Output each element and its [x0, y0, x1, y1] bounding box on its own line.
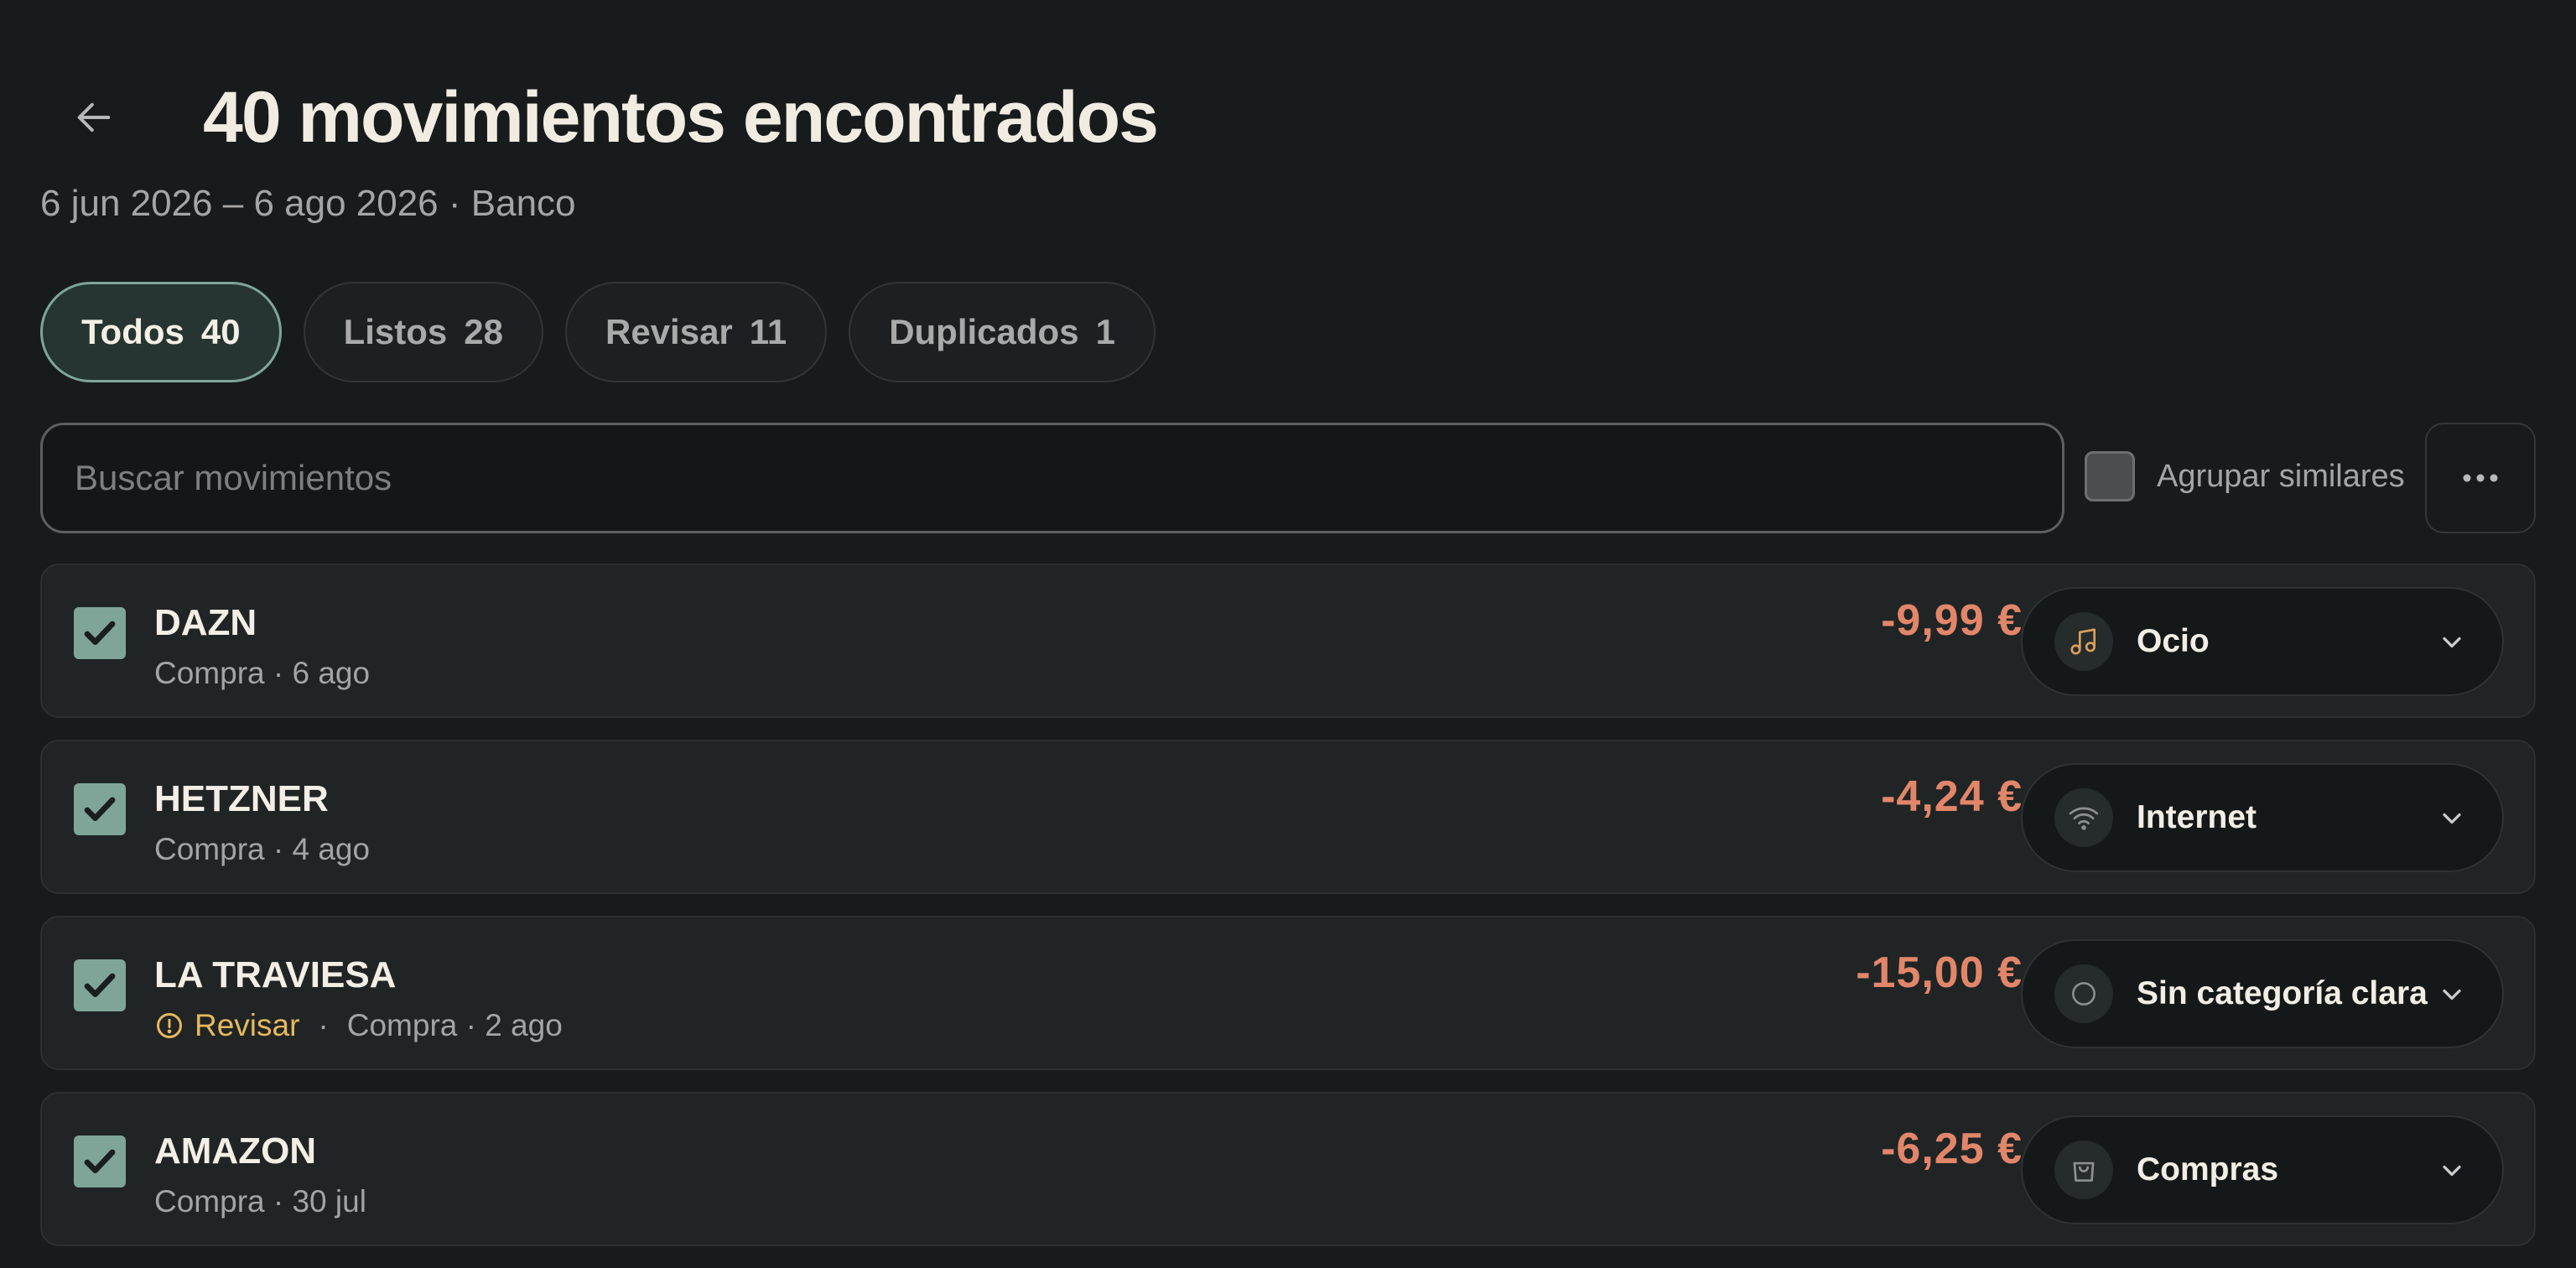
toolbar: Agrupar similares [40, 423, 2536, 533]
transaction-checkbox[interactable] [74, 783, 126, 835]
arrow-left-icon [77, 102, 111, 133]
group-similar-label: Agrupar similares [2157, 458, 2405, 494]
transaction-meta-text: Compra · 30 jul [154, 1184, 366, 1219]
tab-revisar[interactable]: Revisar 11 [565, 282, 828, 382]
page: 40 movimientos encontrados 6 jun 2026 – … [40, 0, 2536, 1268]
category-label: Compras [2137, 1151, 2279, 1187]
tab-count: 40 [200, 312, 241, 351]
transaction-checkbox[interactable] [74, 959, 126, 1011]
category-icon-badge [2054, 964, 2113, 1023]
music-note-icon [2070, 628, 2096, 655]
date-range-subtitle: 6 jun 2026 – 6 ago 2026 · Banco [40, 183, 576, 224]
category-select[interactable]: Sin categoría clara [2021, 939, 2504, 1048]
transaction-meta: Compra · 6 ago [154, 656, 370, 691]
group-similar-toggle[interactable]: Agrupar similares [2085, 451, 2405, 501]
chevron-down-icon [2443, 813, 2461, 824]
checkmark-icon [84, 797, 116, 821]
transaction-name: HETZNER [154, 778, 329, 819]
transaction-row: HETZNER Compra · 4 ago -4,24 € Internet [40, 740, 2536, 894]
meta-separator: · [318, 1008, 329, 1042]
transaction-amount: -6,25 € [1881, 1125, 2023, 1173]
transaction-amount: -4,24 € [1881, 772, 2023, 821]
transaction-amount: -15,00 € [1856, 948, 2023, 997]
filter-tabs: Todos 40 Listos 28 Revisar 11 Duplicados… [40, 282, 1156, 382]
tab-duplicados[interactable]: Duplicados 1 [849, 282, 1156, 382]
transaction-row: DAZN Compra · 6 ago -9,99 € Ocio [40, 564, 2536, 718]
transaction-meta: Compra · 30 jul [154, 1184, 366, 1219]
shopping-bag-icon [2073, 1161, 2095, 1182]
tab-todos[interactable]: Todos 40 [40, 282, 282, 382]
category-icon-badge [2054, 1141, 2113, 1199]
search-input[interactable] [75, 425, 2062, 531]
category-icon-badge [2054, 788, 2113, 847]
review-label: Revisar [195, 1008, 300, 1042]
tab-count: 1 [1095, 312, 1115, 351]
category-label: Sin categoría clara [2137, 975, 2428, 1011]
transaction-meta: Revisar · Compra · 2 ago [154, 1008, 563, 1043]
tab-label: Listos [343, 312, 448, 351]
category-icon-badge [2054, 612, 2113, 671]
checkmark-icon [84, 973, 116, 997]
transaction-row: LA TRAVIESA Revisar · Compra · 2 ago -15… [40, 916, 2536, 1070]
tab-label: Revisar [605, 312, 733, 351]
transaction-amount: -9,99 € [1881, 596, 2023, 645]
checkmark-icon [84, 621, 116, 645]
transaction-meta-text: Compra · 2 ago [346, 1008, 563, 1042]
category-label: Internet [2137, 799, 2257, 835]
category-select[interactable]: Internet [2021, 763, 2504, 872]
tab-label: Todos [81, 312, 184, 351]
category-select[interactable]: Ocio [2021, 587, 2504, 696]
chevron-down-icon [2443, 989, 2461, 1000]
chevron-down-icon [2443, 1165, 2461, 1177]
category-label: Ocio [2137, 623, 2210, 659]
transaction-meta: Compra · 4 ago [154, 832, 370, 867]
transaction-meta-text: Compra · 4 ago [154, 832, 371, 866]
alert-circle-icon [157, 1013, 182, 1038]
transaction-row: AMAZON Compra · 30 jul -6,25 € Compras [40, 1092, 2536, 1246]
chevron-down-icon [2443, 637, 2461, 648]
group-similar-checkbox[interactable] [2085, 451, 2135, 501]
tab-count: 11 [749, 312, 787, 351]
tab-label: Duplicados [889, 312, 1079, 351]
tab-count: 28 [464, 312, 503, 351]
header: 40 movimientos encontrados [40, 67, 1159, 168]
transaction-checkbox[interactable] [74, 607, 126, 659]
ellipsis-icon [2463, 474, 2498, 482]
category-select[interactable]: Compras [2021, 1115, 2504, 1224]
circle-icon [2072, 982, 2096, 1006]
search-box [40, 423, 2064, 533]
wifi-icon [2069, 807, 2099, 830]
back-button[interactable] [57, 81, 131, 154]
transaction-name: AMAZON [154, 1130, 317, 1172]
more-options-button[interactable] [2425, 423, 2536, 533]
page-title: 40 movimientos encontrados [203, 76, 1159, 158]
checkmark-icon [84, 1149, 116, 1173]
transaction-name: LA TRAVIESA [154, 954, 397, 995]
review-badge: Revisar [154, 1008, 299, 1043]
transaction-meta-text: Compra · 6 ago [154, 656, 371, 690]
tab-listos[interactable]: Listos 28 [303, 282, 543, 382]
transaction-checkbox[interactable] [74, 1135, 126, 1187]
transaction-name: DAZN [154, 602, 257, 643]
